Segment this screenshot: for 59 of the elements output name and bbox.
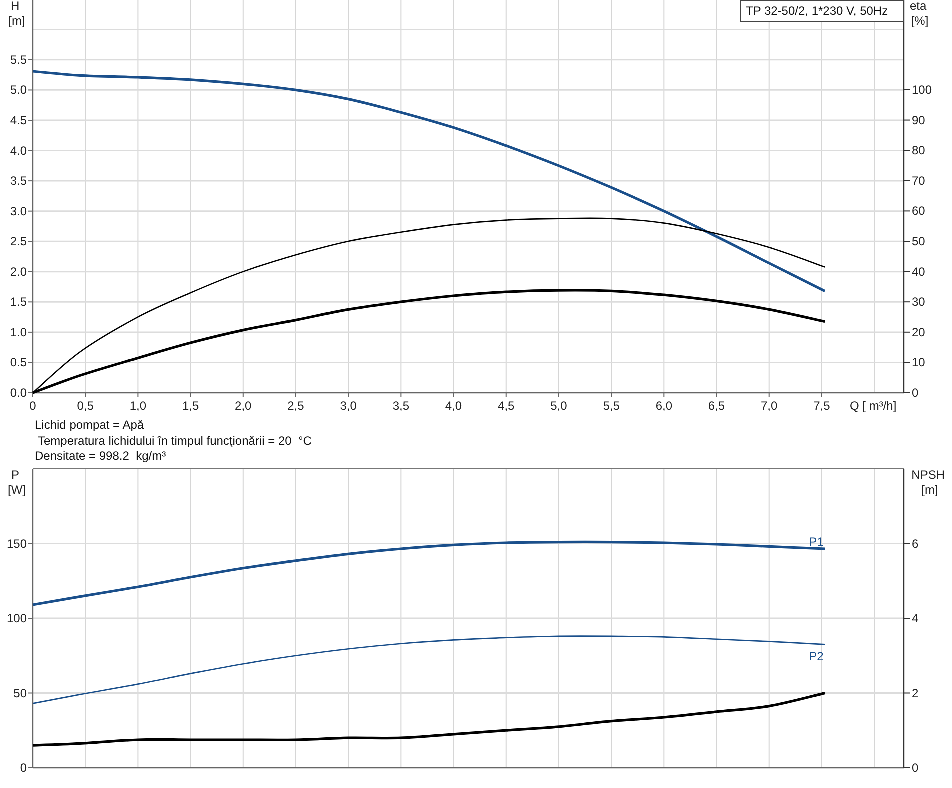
tick-label: 5.0 <box>10 83 27 98</box>
tick-label: 80 <box>912 144 926 158</box>
y2-axis-title: eta [%] <box>910 0 929 28</box>
tick-label: 4.0 <box>10 144 27 158</box>
tick-label: 0 <box>912 761 919 775</box>
tick-label: 0 <box>30 399 36 413</box>
y2-axis-title: NPSH [m] <box>912 468 945 497</box>
tick-label: 0.0 <box>10 386 27 400</box>
tick-label: 6 <box>912 536 919 551</box>
tick-label: 0 <box>20 761 27 775</box>
tick-label: 4.5 <box>10 114 27 128</box>
tick-label: 2,5 <box>288 399 304 413</box>
info-text: Temperatura lichidului în timpul funcţionării = 20 °C <box>37 434 312 449</box>
tick-label: 3,5 <box>392 399 410 413</box>
y-axis-title: P [W] <box>8 468 26 497</box>
tick-label: 150 <box>6 536 27 551</box>
x-axis-title: Q [ m³/h] <box>850 399 897 413</box>
tick-label: 1,5 <box>182 399 200 413</box>
tick-label: 100 <box>6 612 27 626</box>
tick-label: 20 <box>912 325 926 340</box>
tick-label: 6,5 <box>708 399 726 413</box>
tick-label: 2.5 <box>10 234 27 249</box>
tick-label: 0 <box>912 386 919 400</box>
tick-label: 6,0 <box>656 399 672 413</box>
tick-label: 70 <box>912 174 926 188</box>
tick-label: 1.5 <box>10 295 27 310</box>
tick-label: 4,0 <box>445 399 462 413</box>
tick-label: 10 <box>912 356 926 370</box>
tick-label: 2.0 <box>10 264 27 279</box>
tick-label: 7,0 <box>761 399 778 413</box>
tick-label: 50 <box>14 686 27 700</box>
tick-label: 5.5 <box>10 52 27 67</box>
tick-label: 0.5 <box>10 356 27 370</box>
curve-label: P1 <box>809 534 824 549</box>
tick-label: 1.0 <box>10 325 27 340</box>
curve-label: P2 <box>809 650 824 664</box>
tick-label: 40 <box>912 264 926 279</box>
tick-label: 3.5 <box>10 174 27 188</box>
chart-title: TP 32-50/2, 1*230 V, 50Hz <box>746 4 888 18</box>
info-text: Lichid pompat = Apă <box>35 418 144 434</box>
tick-label: 2 <box>912 686 919 700</box>
tick-label: 2,0 <box>235 399 252 413</box>
tick-label: 30 <box>912 295 926 310</box>
tick-label: 60 <box>912 204 926 218</box>
info-text: Densitate = 998.2 kg/m³ <box>35 449 166 464</box>
tick-label: 0,5 <box>77 399 94 413</box>
tick-label: 1,0 <box>130 399 147 413</box>
tick-label: 3,0 <box>340 399 357 413</box>
tick-label: 100 <box>912 83 932 97</box>
tick-label: 5,0 <box>550 399 568 413</box>
y-axis-title: H [m] <box>8 0 26 28</box>
tick-label: 3.0 <box>10 204 27 218</box>
tick-label: 4,5 <box>498 399 515 413</box>
tick-label: 50 <box>912 234 926 248</box>
chart-title: TP 32-50/2, 1*230 V, 50Hz <box>740 0 904 22</box>
tick-label: 90 <box>912 113 926 128</box>
tick-label: 5,5 <box>603 399 620 413</box>
tick-label: 7,5 <box>814 399 830 413</box>
tick-label: 4 <box>912 612 919 626</box>
